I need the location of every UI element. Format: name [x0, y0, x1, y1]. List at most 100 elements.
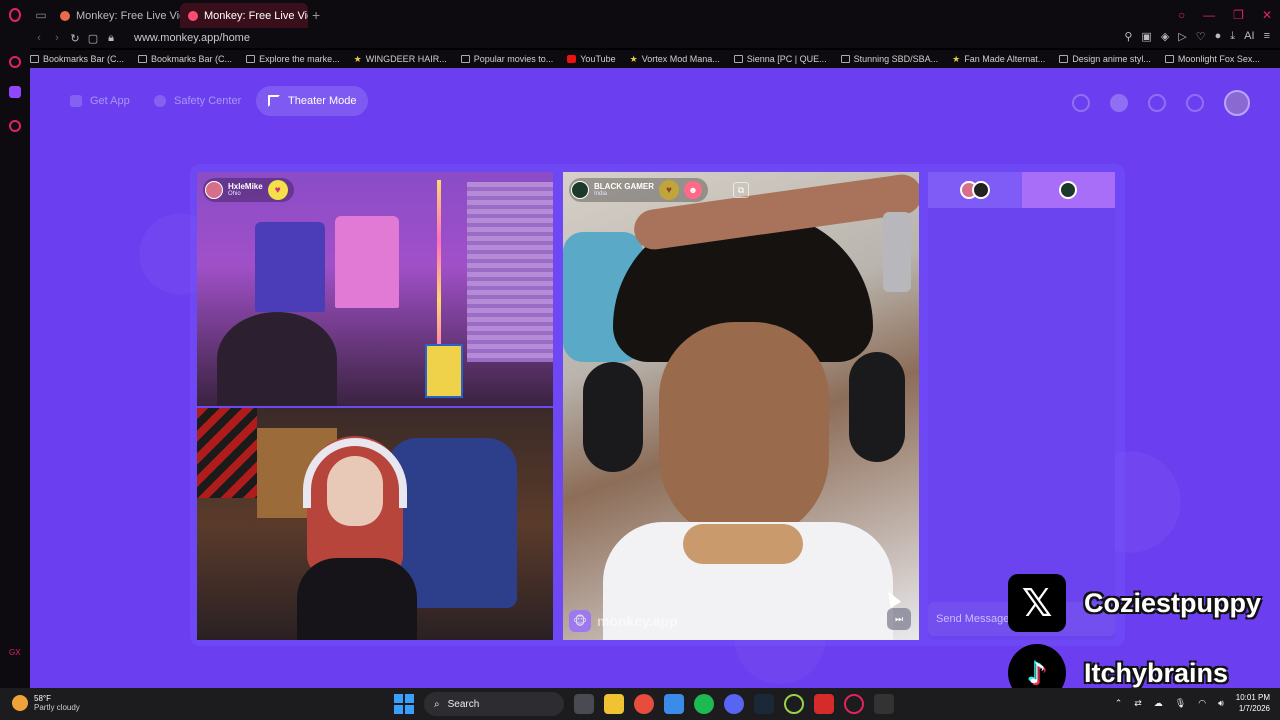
- shield-icon: [154, 95, 166, 107]
- new-tab-icon[interactable]: +: [312, 7, 320, 23]
- bookmark-item[interactable]: ★ WINGDEER HAIR...: [354, 54, 447, 65]
- profile-icon[interactable]: ●: [1215, 30, 1222, 43]
- video-feed-black-gamer[interactable]: BLACK GAMER India ♥ ☻ ⧉ 🐵︎ monkey.app ⏭: [563, 172, 919, 640]
- user-chip[interactable]: BLACK GAMER India ♥ ☻: [569, 178, 708, 202]
- bookmark-label: Stunning SBD/SBA...: [853, 54, 939, 64]
- username: HxleMike: [228, 182, 263, 191]
- reload-icon[interactable]: ↻: [66, 32, 84, 45]
- browser-sidebar: GX: [0, 48, 30, 688]
- chat-tab-group[interactable]: [928, 172, 1022, 208]
- ai-button[interactable]: AI: [1244, 30, 1254, 43]
- chrome-icon[interactable]: [634, 694, 654, 714]
- tab-list-icon[interactable]: ▭: [30, 4, 52, 26]
- skip-button[interactable]: ⏭: [887, 608, 911, 630]
- phone-icon: [70, 95, 82, 107]
- maximize-icon[interactable]: ❐: [1233, 8, 1244, 22]
- person-silhouette: [217, 312, 337, 406]
- wall-decor: [197, 408, 257, 498]
- minimize-icon[interactable]: —: [1203, 8, 1215, 22]
- task-view-icon[interactable]: [574, 694, 594, 714]
- copilot-icon[interactable]: [664, 694, 684, 714]
- opera-gx-logo-icon[interactable]: [0, 0, 30, 30]
- video-popout-icon[interactable]: ▢: [84, 32, 102, 45]
- pin-icon[interactable]: ⚲: [1124, 30, 1132, 43]
- weather-desc: Partly cloudy: [34, 703, 80, 712]
- file-explorer-icon[interactable]: [604, 694, 624, 714]
- window-controls: ○ — ❐ ✕: [1178, 8, 1272, 22]
- heart-icon[interactable]: ♥: [659, 180, 679, 200]
- tab-monkey-1[interactable]: Monkey: Free Live Video C: [52, 3, 180, 29]
- gx-control-icon[interactable]: [9, 56, 21, 68]
- opera-gx-icon[interactable]: [844, 694, 864, 714]
- report-icon[interactable]: ☻: [684, 181, 702, 199]
- theater-mode-button[interactable]: Theater Mode: [256, 86, 369, 116]
- bookmark-item[interactable]: ★ Vortex Mod Mana...: [630, 54, 720, 65]
- bookmark-item[interactable]: Stunning SBD/SBA...: [840, 54, 939, 64]
- tab-label: Monkey: Free Live Vid: [204, 10, 308, 22]
- video-feed-streamer: [197, 408, 553, 640]
- video-feed-hxlemike[interactable]: HxleMike Ohio ♥: [197, 172, 553, 406]
- lock-icon: 🔒︎: [108, 31, 114, 44]
- weather-temp: 58°F: [34, 694, 51, 703]
- bookmark-item[interactable]: Bookmarks Bar (C...: [138, 54, 232, 64]
- heart-icon[interactable]: ♥: [267, 180, 288, 200]
- page-icon: [840, 55, 850, 63]
- user-location: India: [594, 191, 608, 197]
- shield-icon[interactable]: ◈: [1161, 30, 1169, 43]
- app-icon[interactable]: [814, 694, 834, 714]
- bookmark-item[interactable]: Explore the marke...: [246, 54, 340, 64]
- history-icon[interactable]: [1148, 94, 1166, 112]
- steam-icon[interactable]: [754, 694, 774, 714]
- bookmark-item[interactable]: YouTube: [567, 54, 616, 64]
- star-icon: ★: [353, 53, 362, 64]
- bookmark-item[interactable]: Bookmarks Bar (C...: [30, 54, 124, 64]
- clock[interactable]: 10:01 PM 1/7/2026: [1236, 692, 1270, 714]
- sync-icon[interactable]: ⇄: [1134, 698, 1142, 709]
- bookmark-item[interactable]: Popular movies to...: [460, 54, 553, 64]
- chat-bubble-icon[interactable]: [1186, 94, 1204, 112]
- bookmark-item[interactable]: ★ Fan Made Alternat...: [952, 54, 1045, 65]
- gx-corner-icon[interactable]: GX: [9, 648, 21, 660]
- download-icon[interactable]: ⤓: [1230, 30, 1235, 43]
- nvidia-icon[interactable]: [784, 694, 804, 714]
- forward-icon[interactable]: ›: [48, 32, 66, 44]
- popout-icon[interactable]: ⧉: [733, 182, 749, 198]
- chevron-up-icon[interactable]: ⌃: [1115, 698, 1123, 709]
- get-app-button[interactable]: Get App: [58, 86, 142, 116]
- taskbar-apps: ⌕ Search: [394, 692, 894, 716]
- windows-start-icon[interactable]: [394, 694, 414, 714]
- spotify-icon[interactable]: [694, 694, 714, 714]
- page-icon: [733, 55, 743, 63]
- bookmark-item[interactable]: Moonlight Fox Sex...: [1164, 54, 1260, 64]
- close-icon[interactable]: ✕: [1262, 8, 1272, 22]
- avatar: [571, 181, 589, 199]
- cloud-icon[interactable]: ☁: [1154, 698, 1163, 709]
- weather-widget[interactable]: 58°F Partly cloudy: [12, 694, 80, 712]
- discord-icon[interactable]: [724, 694, 744, 714]
- tab-monkey-active[interactable]: Monkey: Free Live Vid: [180, 3, 308, 29]
- chat-tab-black-gamer[interactable]: [1021, 172, 1115, 208]
- search-icon[interactable]: [1072, 94, 1090, 112]
- volume-icon[interactable]: 🔊︎: [1218, 698, 1224, 709]
- snapshot-icon[interactable]: ▣: [1141, 30, 1151, 43]
- user-chip[interactable]: HxleMike Ohio ♥: [203, 178, 294, 202]
- mail-icon[interactable]: [874, 694, 894, 714]
- wifi-icon[interactable]: ◠: [1198, 698, 1206, 709]
- settings-icon[interactable]: [9, 120, 21, 132]
- bookmark-item[interactable]: Sienna [PC | QUE...: [733, 54, 827, 64]
- search-tabs-icon[interactable]: ○: [1178, 8, 1185, 22]
- bookmark-item[interactable]: Design anime styl...: [1059, 54, 1151, 64]
- back-icon[interactable]: ‹: [30, 32, 48, 44]
- taskbar-search[interactable]: ⌕ Search: [424, 692, 564, 716]
- microphone-icon[interactable]: 🎙︎: [1175, 698, 1186, 709]
- monkey-watermark: 🐵︎ monkey.app: [569, 610, 678, 632]
- menu-icon[interactable]: ≡: [1264, 30, 1270, 43]
- safety-center-button[interactable]: Safety Center: [142, 86, 253, 116]
- url-field[interactable]: www.monkey.app/home: [134, 32, 250, 44]
- watermark-text: monkey.app: [597, 613, 678, 629]
- heart-icon[interactable]: ♡: [1196, 30, 1206, 43]
- coin-icon[interactable]: [1110, 94, 1128, 112]
- twitch-icon[interactable]: [9, 86, 21, 98]
- play-icon[interactable]: ▷: [1178, 30, 1186, 43]
- user-avatar[interactable]: [1224, 90, 1250, 116]
